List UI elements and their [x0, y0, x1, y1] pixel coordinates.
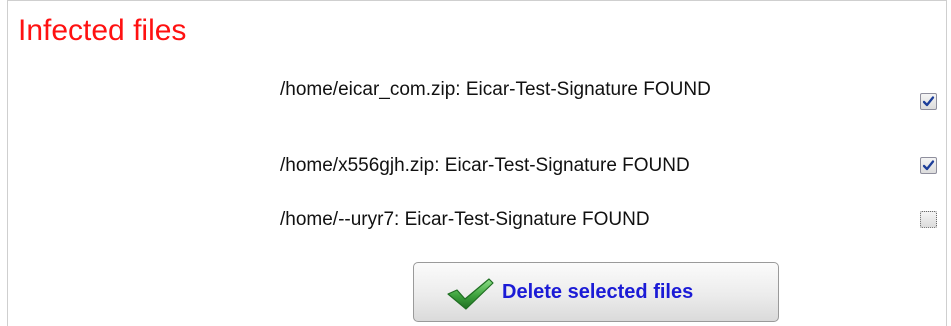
infected-file-label: /home/x556gjh.zip: Eicar-Test-Signature … [280, 155, 690, 176]
infected-file-label: /home/eicar_com.zip: Eicar-Test-Signatur… [280, 79, 711, 100]
delete-selected-files-button[interactable]: Delete selected files [413, 262, 779, 322]
infected-file-label: /home/--uryr7: Eicar-Test-Signature FOUN… [280, 209, 650, 230]
file-select-checkbox[interactable] [920, 157, 937, 174]
infected-files-panel: Infected files /home/eicar_com.zip: Eica… [7, 0, 947, 326]
checkmark-icon [447, 278, 494, 310]
file-select-checkbox[interactable] [920, 93, 937, 110]
delete-button-label: Delete selected files [502, 281, 694, 303]
checkmark-icon [922, 96, 935, 107]
file-select-checkbox[interactable] [920, 211, 937, 228]
page-title: Infected files [18, 14, 187, 47]
checkmark-icon [922, 160, 935, 171]
